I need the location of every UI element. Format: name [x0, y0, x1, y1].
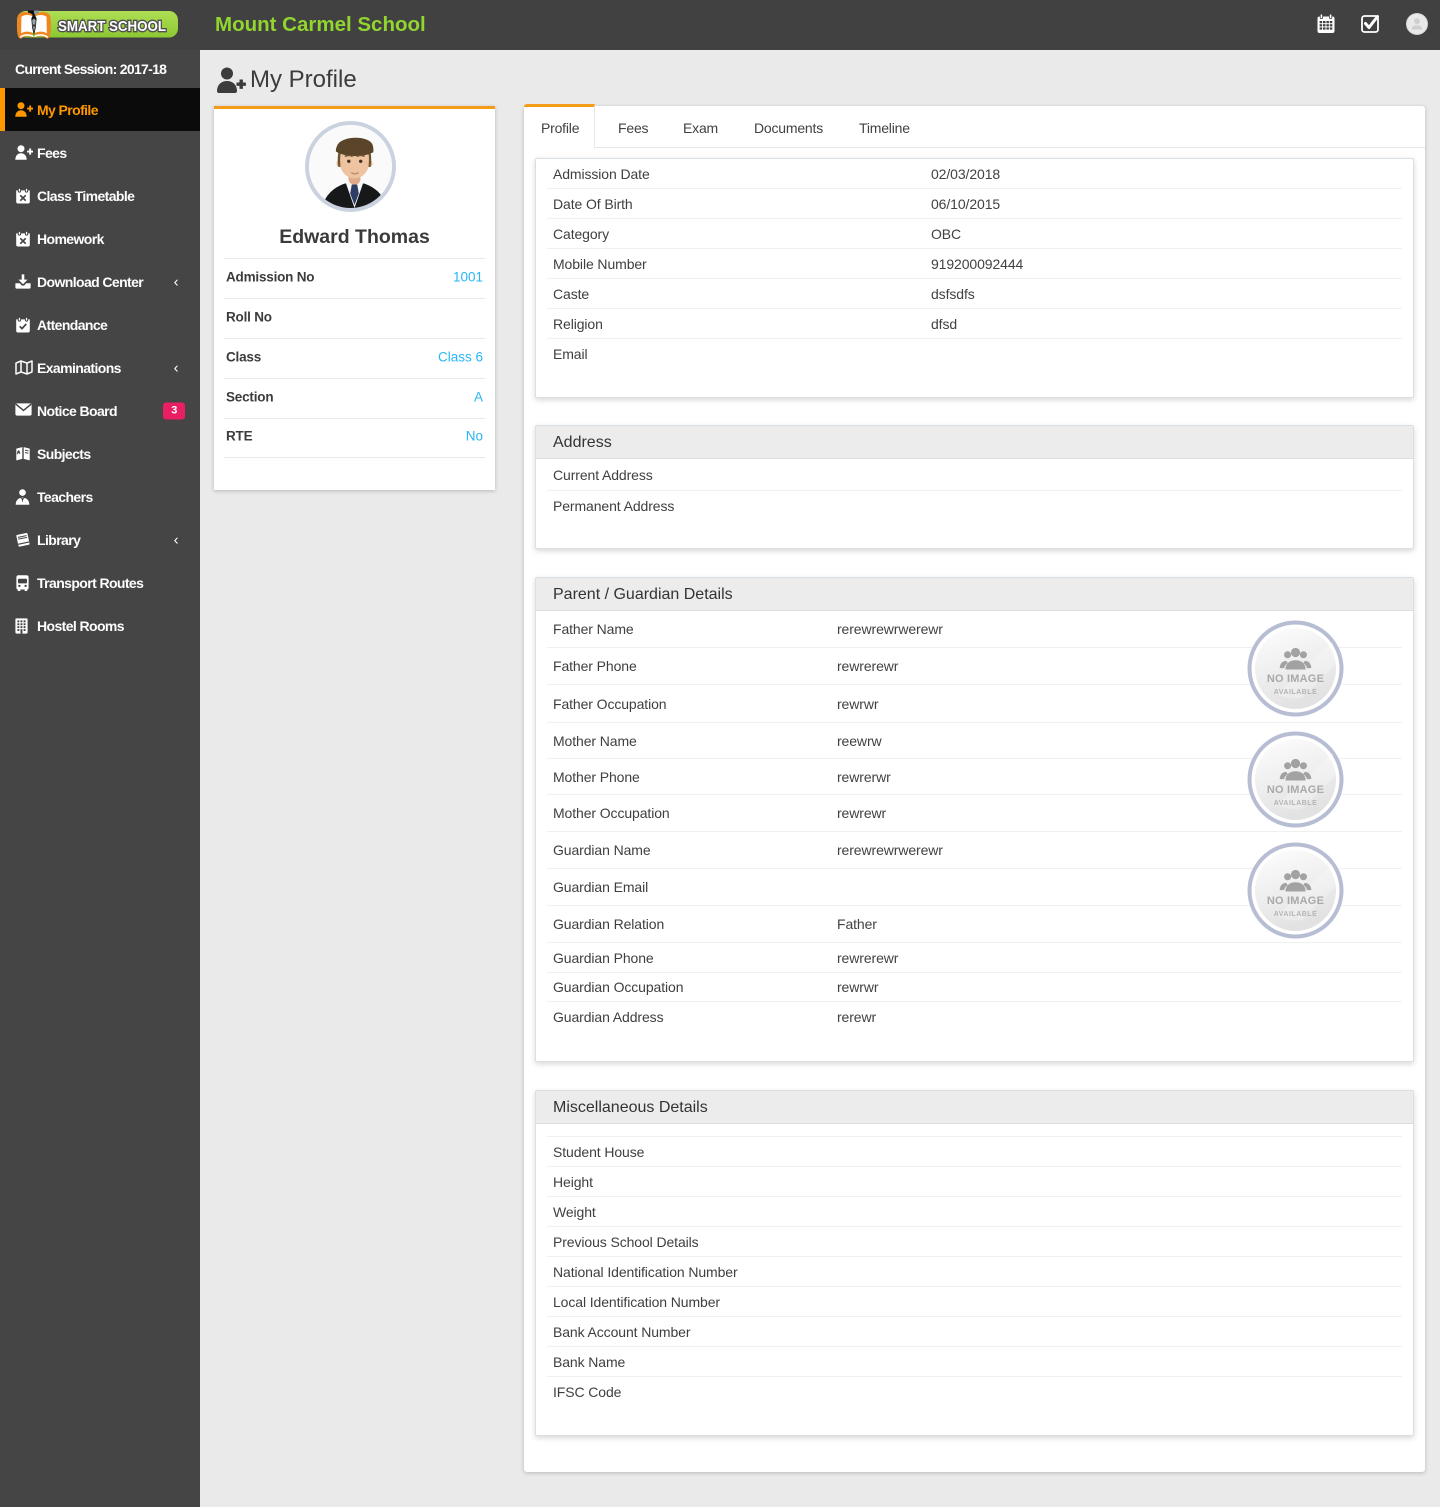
svg-text:AVAILABLE: AVAILABLE: [1274, 689, 1318, 696]
svg-text:AVAILABLE: AVAILABLE: [1274, 911, 1318, 918]
svg-text:NO IMAGE: NO IMAGE: [1267, 673, 1324, 685]
svg-text:NO IMAGE: NO IMAGE: [1267, 895, 1324, 907]
svg-text:AVAILABLE: AVAILABLE: [1274, 800, 1318, 807]
svg-text:NO IMAGE: NO IMAGE: [1267, 784, 1324, 796]
svg-text:SMART SCHOOL: SMART SCHOOL: [58, 18, 166, 35]
